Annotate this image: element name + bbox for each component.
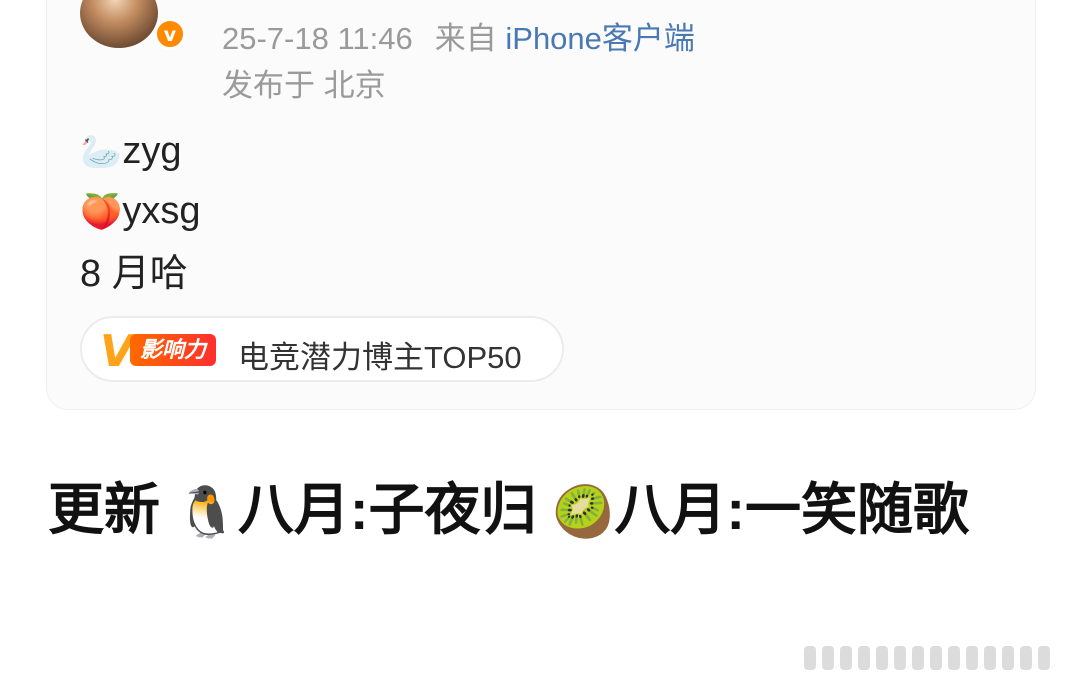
headline-part-2: 八月:一笑随歌 bbox=[614, 478, 969, 541]
headline-part-1: 八月:子夜归 bbox=[237, 478, 553, 541]
influence-badge[interactable]: V 影响力 电竞潜力博主TOP50 bbox=[80, 316, 564, 382]
post-line-text: 8 月哈 bbox=[80, 253, 188, 295]
influence-logo-label: 影响力 bbox=[130, 334, 217, 366]
post-line: 🦢zyg bbox=[80, 130, 181, 173]
source-client-link[interactable]: iPhone客户端 bbox=[505, 21, 695, 56]
kiwi-icon: 🥝 bbox=[552, 483, 615, 541]
verified-badge-letter: v bbox=[163, 24, 177, 46]
influence-logo-letter: V bbox=[100, 326, 135, 377]
post-line-text: zyg bbox=[122, 130, 182, 172]
headline-prefix: 更新 bbox=[48, 478, 176, 541]
influence-badge-text: 电竞潜力博主TOP50 bbox=[238, 340, 522, 375]
headline: 更新 🐧八月:子夜归 🥝八月:一笑随歌 bbox=[48, 472, 1038, 550]
influence-logo-icon: V 影响力 bbox=[100, 326, 224, 377]
post-time: 25-7-18 11:46 bbox=[222, 21, 413, 56]
post-location: 发布于 北京 bbox=[222, 68, 386, 103]
peach-icon: 🍑 bbox=[80, 192, 123, 232]
penguin-icon: 🐧 bbox=[175, 483, 238, 541]
post-line: 8 月哈 bbox=[80, 242, 188, 297]
post-meta: 25-7-18 11:46 来自 iPhone客户端 bbox=[222, 13, 695, 58]
post-line-text: yxsg bbox=[122, 190, 201, 232]
post-line: 🍑yxsg bbox=[80, 190, 200, 233]
verified-badge-icon: v bbox=[154, 18, 186, 50]
goose-icon: 🦢 bbox=[80, 132, 123, 172]
source-prefix: 来自 bbox=[434, 21, 497, 56]
watermark-logo bbox=[804, 642, 1070, 674]
